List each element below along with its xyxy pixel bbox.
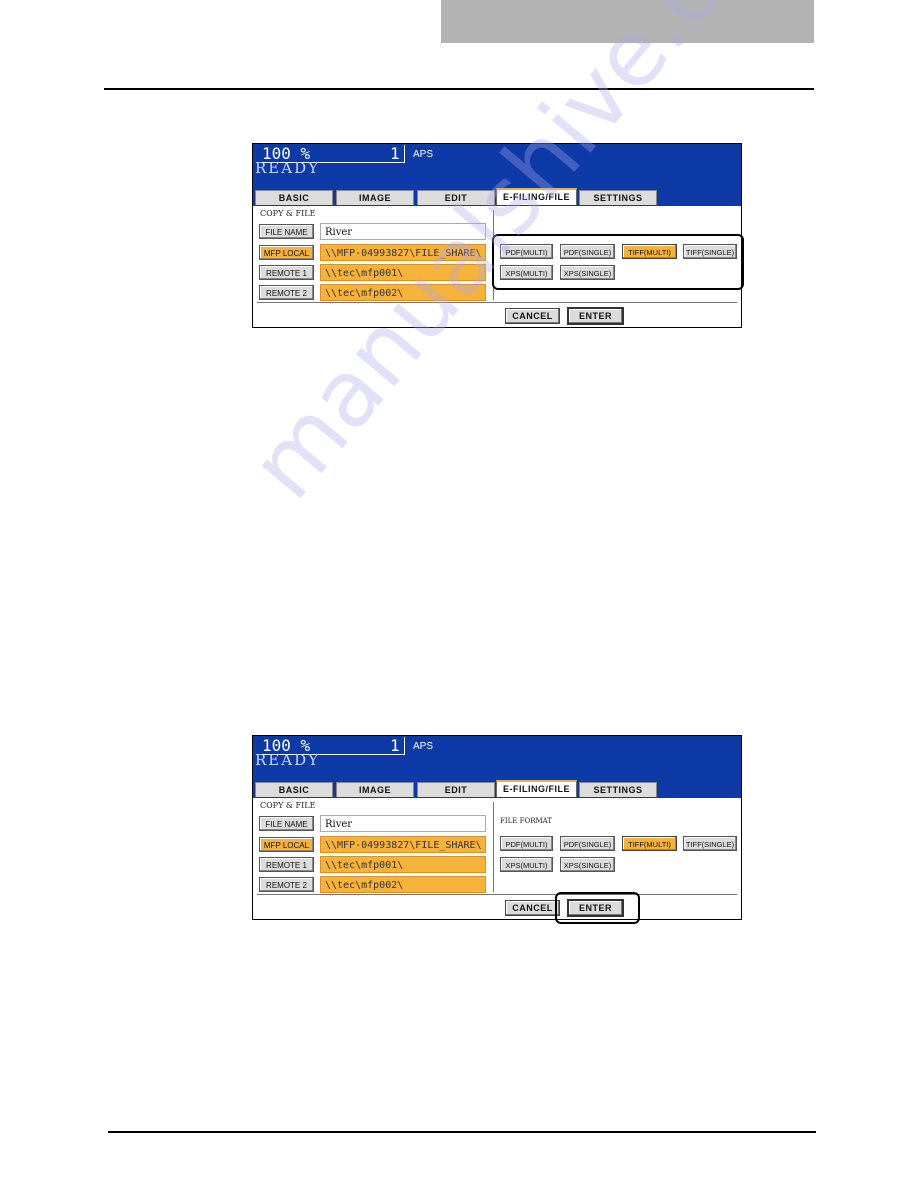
remote-1-path: \\tec\mfp001\ <box>320 856 486 873</box>
status-area: 100 % 1 APS READY BASIC IMAGE EDIT E-FIL… <box>253 736 741 798</box>
mfp-local-path: \\MFP-04993827\FILE_SHARE\ <box>320 244 486 261</box>
mfp-local-button[interactable]: MFP LOCAL <box>259 837 314 852</box>
copier-screen-1: 100 % 1 APS READY BASIC IMAGE EDIT E-FIL… <box>252 143 744 328</box>
copier-screen-2: 100 % 1 APS READY BASIC IMAGE EDIT E-FIL… <box>252 735 742 924</box>
format-pdf-single-button[interactable]: PDF(SINGLE) <box>560 836 615 851</box>
tab-image[interactable]: IMAGE <box>336 782 414 797</box>
file-name-button[interactable]: FILE NAME <box>259 224 314 239</box>
enter-button[interactable]: ENTER <box>567 307 624 325</box>
tab-settings[interactable]: SETTINGS <box>579 190 657 205</box>
machine-status: READY <box>255 159 321 177</box>
status-area: 100 % 1 APS READY BASIC IMAGE EDIT E-FIL… <box>253 144 741 206</box>
tab-basic[interactable]: BASIC <box>255 782 333 797</box>
paper-size: APS <box>413 149 434 160</box>
remote-1-button[interactable]: REMOTE 1 <box>259 265 314 280</box>
tab-basic[interactable]: BASIC <box>255 190 333 205</box>
cancel-button[interactable]: CANCEL <box>505 308 560 324</box>
remote-2-path: \\tec\mfp002\ <box>320 284 486 301</box>
cancel-button[interactable]: CANCEL <box>505 900 560 916</box>
chapter-header-block <box>441 0 814 43</box>
panel-divider <box>493 802 494 892</box>
remote-2-button[interactable]: REMOTE 2 <box>259 877 314 892</box>
file-name-button[interactable]: FILE NAME <box>259 816 314 831</box>
file-format-label: FILE FORMAT <box>500 817 552 825</box>
header-rule <box>104 88 814 90</box>
mfp-local-button[interactable]: MFP LOCAL <box>259 245 314 260</box>
bottom-divider <box>257 894 737 895</box>
copy-count: 1 <box>390 144 400 163</box>
file-name-field[interactable]: River <box>320 815 486 832</box>
enter-highlight-frame <box>555 892 640 924</box>
tab-bar: BASIC IMAGE EDIT E-FILING/FILE SETTINGS <box>253 780 741 798</box>
copy-and-file-label: COPY & FILE <box>260 209 316 218</box>
tab-e-filing-file[interactable]: E-FILING/FILE <box>496 780 577 797</box>
bottom-divider <box>257 302 737 303</box>
remote-2-path: \\tec\mfp002\ <box>320 876 486 893</box>
mfp-local-path: \\MFP-04993827\FILE_SHARE\ <box>320 836 486 853</box>
remote-1-button[interactable]: REMOTE 1 <box>259 857 314 872</box>
format-xps-multi-button[interactable]: XPS(MULTI) <box>500 857 553 872</box>
tab-settings[interactable]: SETTINGS <box>579 782 657 797</box>
format-tiff-multi-button[interactable]: TIFF(MULTI) <box>622 836 677 851</box>
footer-rule <box>108 1131 816 1133</box>
remote-2-button[interactable]: REMOTE 2 <box>259 285 314 300</box>
remote-1-path: \\tec\mfp001\ <box>320 264 486 281</box>
file-name-field[interactable]: River <box>320 223 486 240</box>
copy-count: 1 <box>390 736 400 755</box>
format-pdf-multi-button[interactable]: PDF(MULTI) <box>500 836 553 851</box>
format-tiff-single-button[interactable]: TIFF(SINGLE) <box>683 836 737 851</box>
tab-bar: BASIC IMAGE EDIT E-FILING/FILE SETTINGS <box>253 188 741 206</box>
tab-edit[interactable]: EDIT <box>417 190 495 205</box>
format-xps-single-button[interactable]: XPS(SINGLE) <box>560 857 615 872</box>
tab-image[interactable]: IMAGE <box>336 190 414 205</box>
machine-status: READY <box>255 751 321 769</box>
paper-size: APS <box>413 741 434 752</box>
tab-edit[interactable]: EDIT <box>417 782 495 797</box>
copy-and-file-label: COPY & FILE <box>260 801 316 810</box>
format-highlight-frame <box>492 234 744 290</box>
tab-e-filing-file[interactable]: E-FILING/FILE <box>496 188 577 205</box>
